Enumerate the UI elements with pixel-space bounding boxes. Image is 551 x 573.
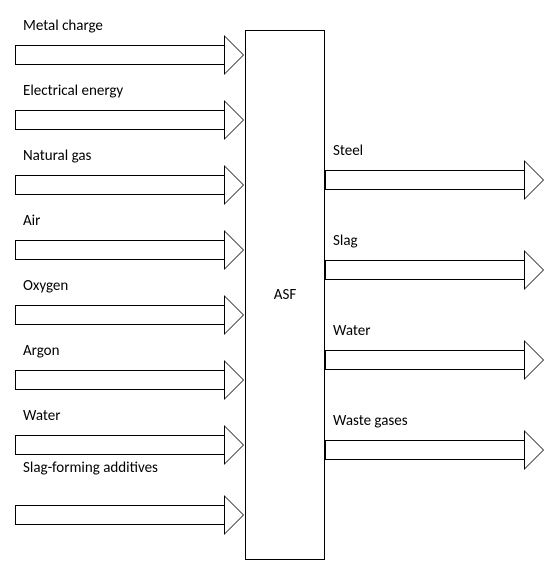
arrow-head-icon: [524, 250, 544, 290]
output-label: Water: [333, 322, 370, 340]
input-label: Water: [23, 407, 60, 425]
output-label: Waste gases: [333, 412, 408, 430]
asf-flow-diagram: ASF Metal charge Electrical energy Natur…: [0, 0, 551, 573]
output-arrow-waste-gases: Waste gases: [325, 430, 545, 470]
input-label: Argon: [23, 342, 59, 360]
arrow-head-icon: [224, 230, 244, 270]
input-label: Metal charge: [23, 17, 103, 35]
input-label: Slag-forming additives: [23, 459, 158, 477]
output-label: Slag: [333, 232, 358, 250]
input-arrow-air: Air: [15, 230, 245, 270]
arrow-head-icon: [224, 495, 244, 535]
arrow-head-icon: [224, 425, 244, 465]
output-arrow-steel: Steel: [325, 160, 545, 200]
arrow-head-icon: [224, 165, 244, 205]
input-label: Air: [23, 212, 40, 230]
arrow-head-icon: [224, 100, 244, 140]
output-arrow-slag: Slag: [325, 250, 545, 290]
arrow-head-icon: [224, 295, 244, 335]
process-label: ASF: [274, 286, 296, 304]
input-label: Electrical energy: [23, 82, 123, 100]
arrow-head-icon: [524, 340, 544, 380]
input-label: Natural gas: [23, 147, 91, 165]
input-label: Oxygen: [23, 277, 68, 295]
output-arrow-water: Water: [325, 340, 545, 380]
input-arrow-slag-additives: Slag-forming additives: [15, 495, 245, 535]
arrow-head-icon: [224, 360, 244, 400]
arrow-head-icon: [524, 160, 544, 200]
input-arrow-natural-gas: Natural gas: [15, 165, 245, 205]
arrow-head-icon: [224, 35, 244, 75]
input-arrow-electrical-energy: Electrical energy: [15, 100, 245, 140]
input-arrow-oxygen: Oxygen: [15, 295, 245, 335]
input-arrow-metal-charge: Metal charge: [15, 35, 245, 75]
arrow-head-icon: [524, 430, 544, 470]
output-label: Steel: [333, 142, 363, 160]
input-arrow-argon: Argon: [15, 360, 245, 400]
process-box: ASF: [245, 30, 325, 560]
